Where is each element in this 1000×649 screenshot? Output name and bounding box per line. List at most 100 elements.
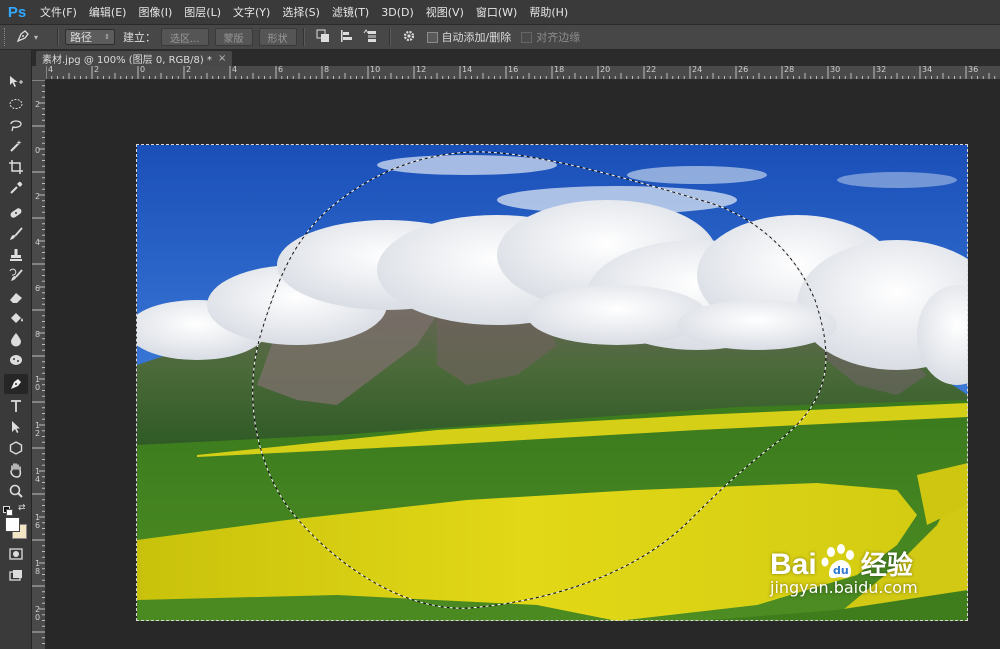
eraser-tool[interactable]: [4, 287, 28, 307]
menu-file[interactable]: 文件(F): [34, 4, 83, 20]
menu-edit[interactable]: 编辑(E): [83, 4, 133, 20]
brush-tool[interactable]: [4, 224, 28, 244]
menu-3d[interactable]: 3D(D): [375, 6, 420, 19]
options-bar: ▾ 路径 ⇕ 建立： 选区... 蒙版 形状 自动添加/删除 对齐边缘: [0, 25, 1000, 50]
lasso-icon: [8, 117, 24, 133]
align-edges-checkbox[interactable]: [521, 31, 533, 43]
document-tab-bar: 素材.jpg @ 100% (图层 0, RGB/8) * ×: [32, 50, 1000, 66]
menu-bar: Ps 文件(F) 编辑(E) 图像(I) 图层(L) 文字(Y) 选择(S) 滤…: [0, 0, 1000, 25]
quick-mask-button[interactable]: [4, 544, 28, 564]
menu-help[interactable]: 帮助(H): [523, 4, 574, 20]
document-image[interactable]: [137, 145, 968, 621]
ruler-label: 2: [94, 66, 100, 74]
ruler-label: 16: [35, 513, 41, 530]
path-operations-icon: [316, 29, 330, 46]
path-arrangement-button[interactable]: [361, 28, 381, 46]
tools-panel: ⇄: [0, 50, 32, 649]
type-icon: [8, 398, 24, 414]
history-brush-icon: [8, 268, 24, 284]
shape-tool[interactable]: [4, 438, 28, 458]
dodge-tool[interactable]: [4, 350, 28, 370]
ruler-label: 2: [186, 66, 192, 74]
type-tool[interactable]: [4, 396, 28, 416]
marquee-tool[interactable]: [4, 94, 28, 114]
menu-type[interactable]: 文字(Y): [227, 4, 276, 20]
pen-mode-value: 路径: [70, 31, 92, 44]
menu-window[interactable]: 窗口(W): [470, 4, 523, 20]
ruler-label: 18: [554, 66, 565, 74]
path-selection-tool[interactable]: [4, 417, 28, 437]
ruler-label: 18: [35, 559, 41, 576]
menu-filter[interactable]: 滤镜(T): [326, 4, 375, 20]
document-tab[interactable]: 素材.jpg @ 100% (图层 0, RGB/8) * ×: [36, 51, 233, 66]
menu-layer[interactable]: 图层(L): [178, 4, 227, 20]
divider: [57, 28, 59, 46]
updown-icon: ⇕: [104, 33, 110, 41]
blur-tool[interactable]: [4, 329, 28, 349]
quick-mask-icon: [8, 546, 24, 562]
ruler-label: 28: [784, 66, 795, 74]
sponge-icon: [8, 352, 24, 368]
tool-preset-picker[interactable]: ▾: [15, 28, 51, 47]
ruler-label: 16: [508, 66, 519, 74]
ruler-label: 20: [600, 66, 611, 74]
close-icon[interactable]: ×: [218, 53, 226, 64]
swap-colors-icon[interactable]: ⇄: [18, 503, 26, 513]
magnifier-icon: [8, 483, 24, 499]
ruler-label: 10: [35, 375, 41, 392]
make-shape-button[interactable]: 形状: [258, 28, 297, 46]
screen-mode-button[interactable]: [4, 566, 28, 586]
clone-stamp-tool[interactable]: [4, 245, 28, 265]
make-mask-button[interactable]: 蒙版: [214, 28, 253, 46]
menu-select[interactable]: 选择(S): [276, 4, 326, 20]
history-brush-tool[interactable]: [4, 266, 28, 286]
pen-tool[interactable]: [4, 374, 28, 394]
zoom-tool[interactable]: [4, 481, 28, 501]
crop-icon: [8, 159, 24, 175]
pen-icon: [15, 28, 31, 47]
brush-icon: [8, 226, 24, 242]
magic-wand-tool[interactable]: [4, 136, 28, 156]
screen-mode-icon: [8, 568, 24, 584]
ruler-label: 20: [35, 605, 41, 622]
move-icon: [8, 74, 24, 90]
eyedropper-tool[interactable]: [4, 178, 28, 198]
path-operations-button[interactable]: [313, 28, 333, 46]
ruler-label: 8: [35, 330, 41, 339]
ruler-label: 12: [416, 66, 427, 74]
menu-image[interactable]: 图像(I): [132, 4, 178, 20]
path-alignment-icon: [340, 29, 354, 46]
menu-view[interactable]: 视图(V): [420, 4, 470, 20]
lasso-tool[interactable]: [4, 115, 28, 135]
foreground-color-swatch[interactable]: [5, 517, 20, 532]
photoshop-logo: Ps: [7, 3, 27, 21]
settings-button[interactable]: [399, 28, 419, 46]
default-colors-icon[interactable]: [3, 506, 13, 516]
eraser-icon: [8, 289, 24, 305]
pen-mode-select[interactable]: 路径 ⇕: [65, 29, 115, 45]
paint-bucket-tool[interactable]: [4, 308, 28, 328]
path-alignment-button[interactable]: [337, 28, 357, 46]
move-tool[interactable]: [4, 72, 28, 92]
ruler-label: 10: [370, 66, 381, 74]
ruler-origin[interactable]: [32, 66, 46, 80]
ruler-label: 6: [278, 66, 284, 74]
crop-tool[interactable]: [4, 157, 28, 177]
ruler-label: 24: [692, 66, 703, 74]
ruler-label: 36: [968, 66, 979, 74]
options-grip[interactable]: [4, 28, 9, 46]
auto-add-delete-label: 自动添加/删除: [441, 31, 512, 44]
elliptical-marquee-icon: [8, 96, 24, 112]
ruler-label: 30: [830, 66, 841, 74]
hand-tool[interactable]: [4, 460, 28, 480]
vertical-ruler[interactable]: 2 0 2 4 6 8 10 12 14 16 18 20: [32, 80, 46, 649]
ruler-label: 26: [738, 66, 749, 74]
ruler-label: 0: [140, 66, 146, 74]
ruler-label: 4: [232, 66, 238, 74]
drop-icon: [8, 331, 24, 347]
healing-brush-tool[interactable]: [4, 203, 28, 223]
make-selection-button[interactable]: 选区...: [161, 28, 209, 46]
ruler-label: 4: [35, 238, 41, 247]
auto-add-delete-checkbox[interactable]: [426, 31, 438, 43]
horizontal-ruler[interactable]: 4 2 0 2 4 6 8 10 12 14 16 18 20 22 24 26…: [46, 66, 1000, 80]
